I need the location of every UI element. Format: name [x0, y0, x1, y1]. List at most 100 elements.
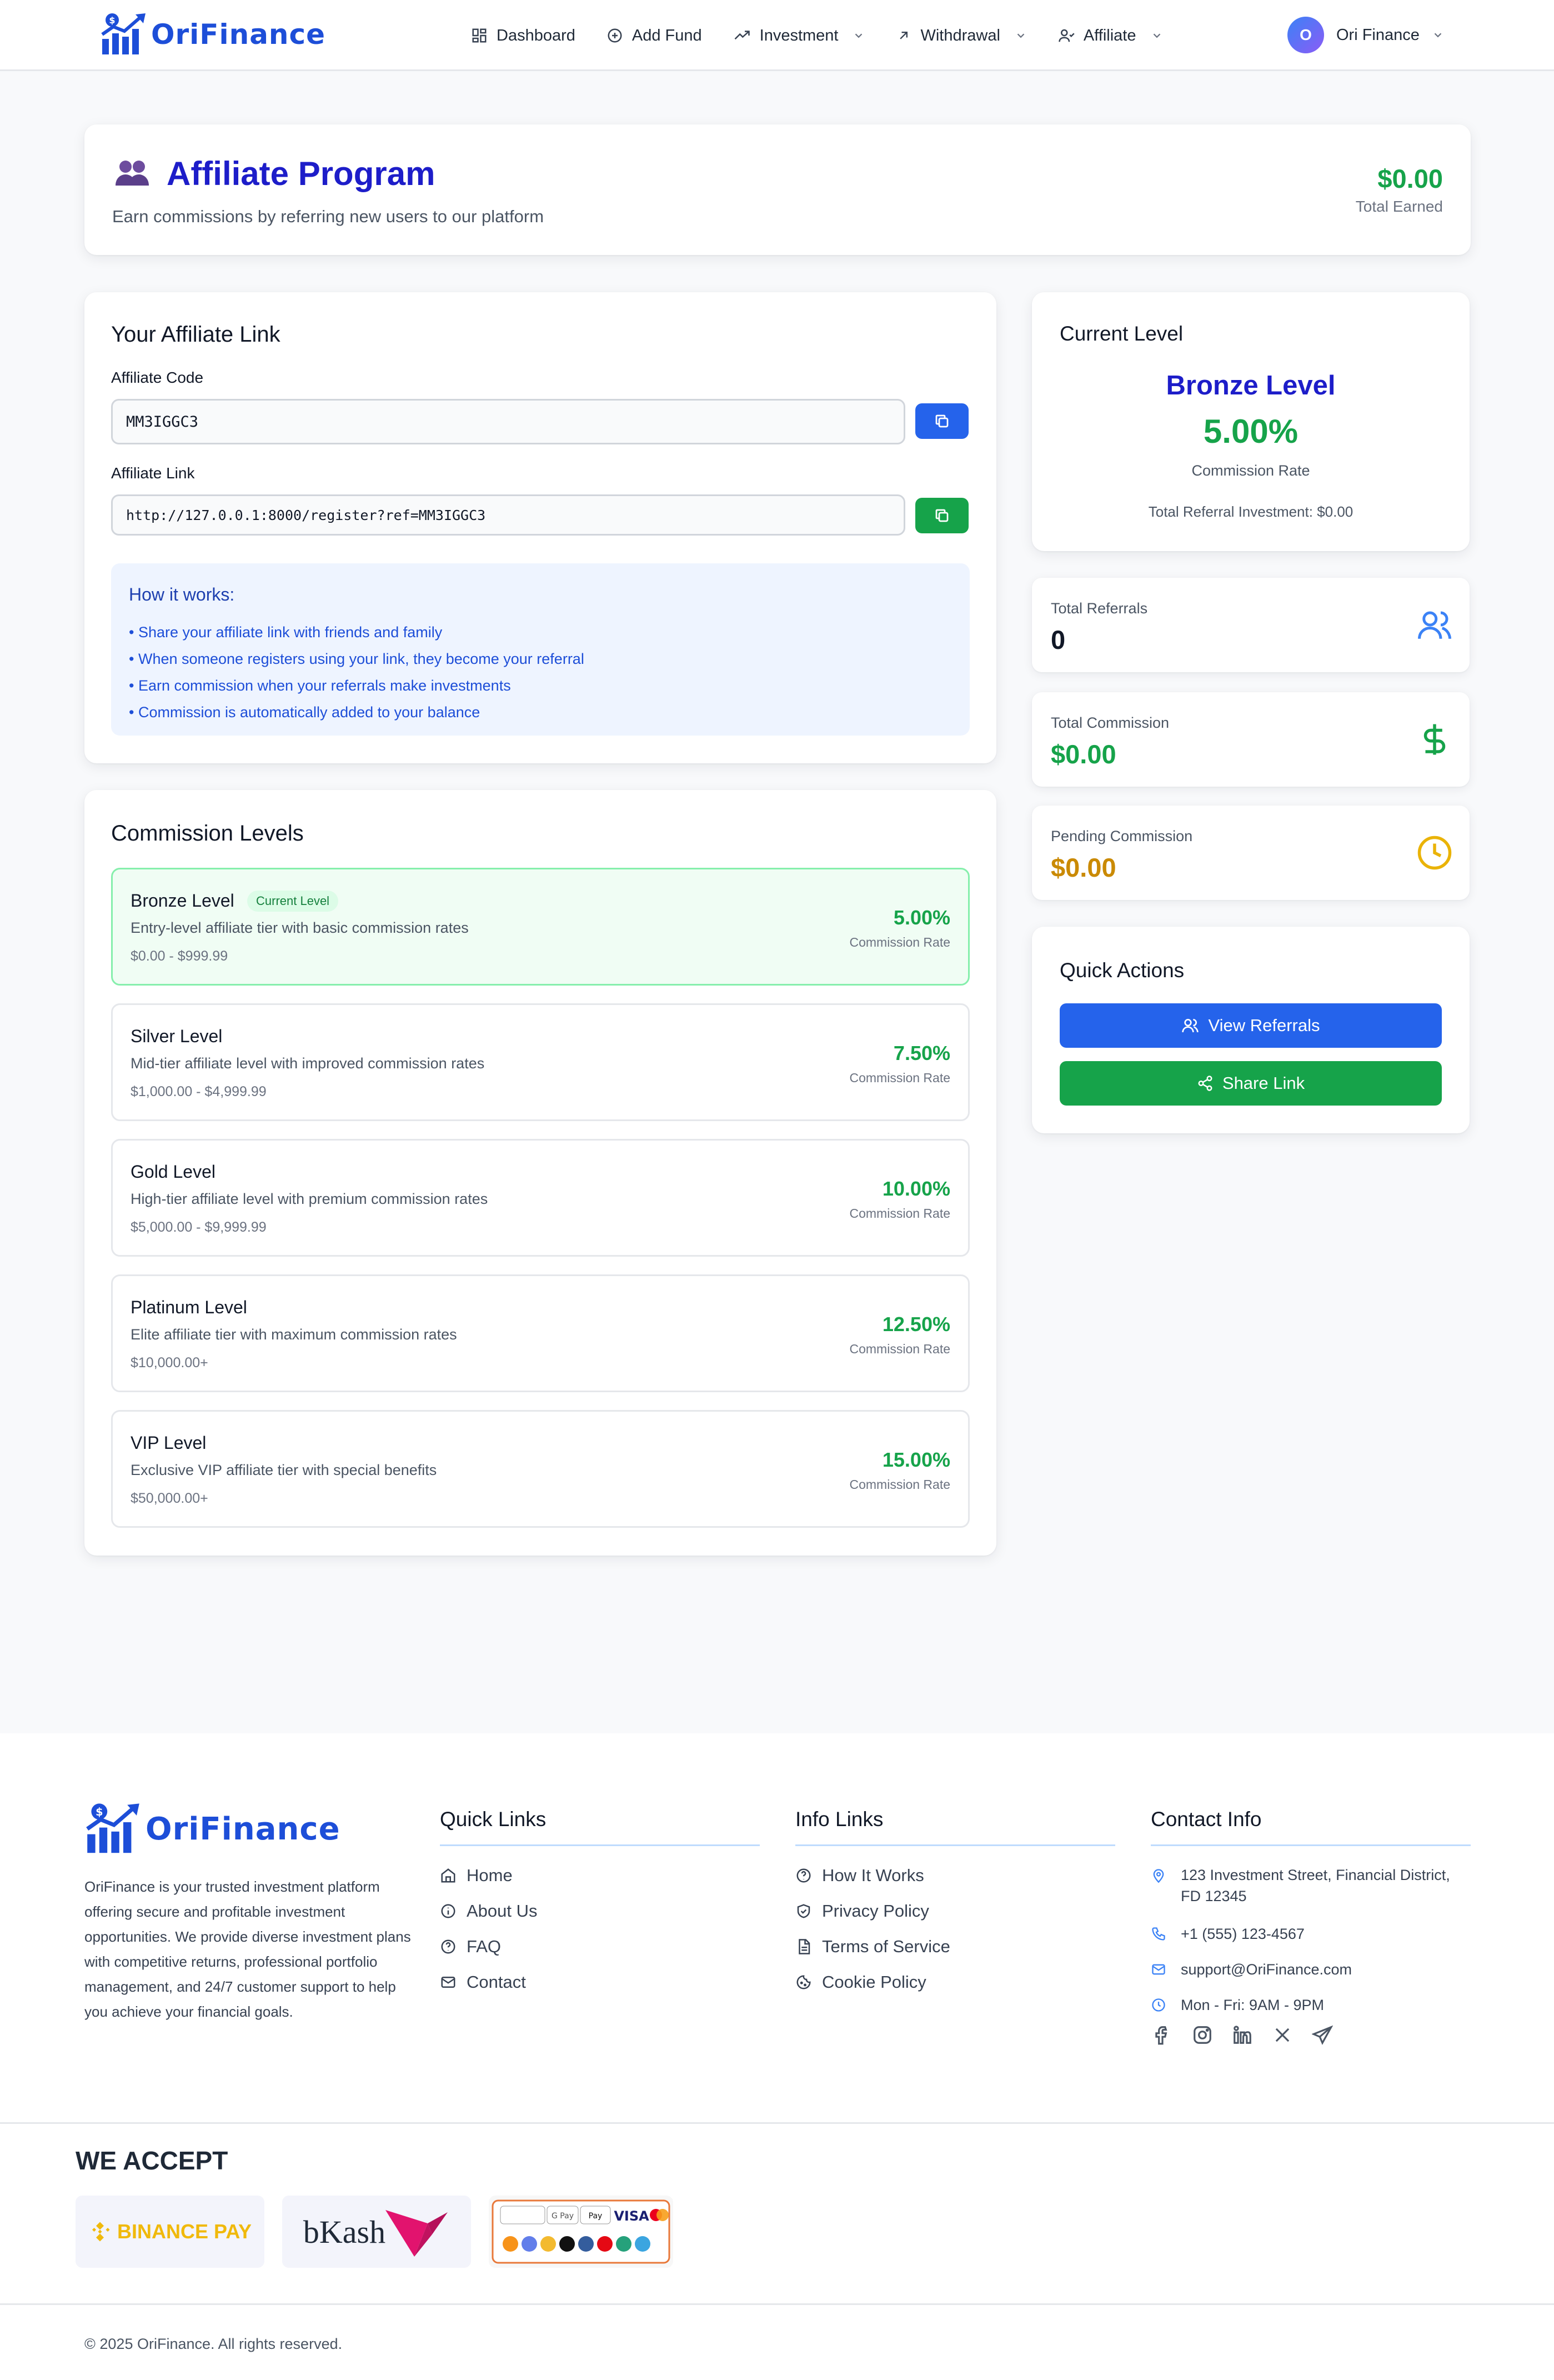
contact-info-title: Contact Info — [1151, 1808, 1262, 1831]
level-description: Exclusive VIP affiliate tier with specia… — [131, 1462, 437, 1478]
site-footer: $ OriFinance OriFinance is your trusted … — [0, 1733, 1554, 2380]
svg-text:$: $ — [96, 1806, 103, 1818]
affiliate-code-input[interactable]: MM3IGGC3 — [111, 399, 905, 444]
nav-investment[interactable]: Investment — [733, 27, 865, 45]
svg-text:VISA: VISA — [614, 2208, 649, 2224]
footer-link-label: Terms of Service — [822, 1937, 950, 1956]
footer-link-label: Privacy Policy — [822, 1901, 929, 1921]
current-level-card: Current Level Bronze Level 5.00% Commiss… — [1032, 292, 1470, 551]
level-rate: 5.00% — [893, 906, 950, 929]
mail-icon — [1152, 1964, 1165, 1975]
quick-links-title: Quick Links — [440, 1808, 547, 1831]
stat-label: Pending Commission — [1051, 828, 1193, 844]
mail-icon — [441, 1977, 455, 1988]
view-referrals-button[interactable]: View Referrals — [1060, 1003, 1442, 1048]
footer-link-label: About Us — [467, 1901, 538, 1921]
footer-link-label: Cookie Policy — [822, 1972, 926, 1992]
divider — [0, 2303, 1554, 2305]
nav-affiliate[interactable]: Affiliate — [1058, 27, 1163, 45]
level-range: $5,000.00 - $9,999.99 — [131, 1219, 267, 1235]
footer-logo[interactable]: $ OriFinance — [84, 1802, 340, 1856]
footer-link-contact[interactable]: Contact — [440, 1972, 526, 1992]
nav-add-fund[interactable]: Add Fund — [606, 27, 702, 45]
grid-icon — [472, 28, 487, 43]
svg-text:Pay: Pay — [589, 2212, 603, 2221]
divider — [1151, 1844, 1471, 1846]
binance-diamond-icon — [92, 2222, 110, 2242]
footer-link-how-it-works[interactable]: How It Works — [795, 1866, 924, 1886]
contact-phone-text: +1 (555) 123-4567 — [1181, 1926, 1305, 1942]
contact-phone[interactable]: +1 (555) 123-4567 — [1151, 1923, 1305, 1944]
linkedin-icon[interactable] — [1232, 2024, 1253, 2046]
contact-email-text: support@OriFinance.com — [1181, 1961, 1352, 1978]
nav-dashboard[interactable]: Dashboard — [471, 27, 575, 45]
divider — [440, 1844, 760, 1846]
level-rate: 12.50% — [882, 1313, 950, 1336]
page-subtitle: Earn commissions by referring new users … — [112, 207, 544, 226]
telegram-icon[interactable] — [1312, 2024, 1333, 2046]
how-it-works-list: • Share your affiliate link with friends… — [129, 619, 584, 726]
current-level-rate-label: Commission Rate — [1191, 462, 1310, 479]
footer-link-faq[interactable]: FAQ — [440, 1937, 501, 1957]
contact-address: 123 Investment Street, Financial Distric… — [1151, 1864, 1471, 1907]
level-rate: 15.00% — [882, 1448, 950, 1471]
divider — [0, 2122, 1554, 2124]
contact-email[interactable]: support@OriFinance.com — [1151, 1959, 1352, 1980]
nav-investment-label: Investment — [759, 26, 839, 44]
chevron-down-icon — [1017, 33, 1025, 38]
nav-dashboard-label: Dashboard — [497, 26, 575, 44]
divider — [795, 1844, 1115, 1846]
level-rate: 7.50% — [893, 1042, 950, 1064]
info-icon — [441, 1904, 455, 1918]
affiliate-hero-card: Affiliate Program Earn commissions by re… — [84, 124, 1471, 255]
footer-link-home[interactable]: Home — [440, 1866, 513, 1886]
current-level-title: Current Level — [1060, 322, 1184, 345]
level-rate-label: Commission Rate — [849, 935, 951, 949]
level-rate-label: Commission Rate — [849, 1071, 951, 1085]
footer-link-label: How It Works — [822, 1866, 924, 1885]
plus-circle-icon — [608, 28, 622, 43]
instagram-icon[interactable] — [1192, 2024, 1213, 2046]
contact-address-text: 123 Investment Street, Financial Distric… — [1181, 1867, 1450, 1904]
copy-link-button[interactable] — [915, 498, 969, 533]
affiliate-link-label: Affiliate Link — [111, 464, 195, 482]
footer-link-cookie[interactable]: Cookie Policy — [795, 1972, 926, 1992]
footer-link-about[interactable]: About Us — [440, 1901, 538, 1921]
level-description: Mid-tier affiliate level with improved c… — [131, 1055, 485, 1072]
cards-crypto-icon: G Pay Pay VISA — [492, 2199, 670, 2264]
stat-pending-commission: Pending Commission $0.00 — [1032, 806, 1470, 900]
stat-total-referrals: Total Referrals 0 — [1032, 578, 1470, 672]
footer-link-privacy[interactable]: Privacy Policy — [795, 1901, 929, 1921]
copy-code-button[interactable] — [915, 403, 969, 439]
nav-withdrawal[interactable]: Withdrawal — [896, 27, 1026, 45]
affiliate-link-card: Your Affiliate Link Affiliate Code MM3IG… — [84, 292, 996, 763]
question-icon — [796, 1868, 811, 1883]
copyright: © 2025 OriFinance. All rights reserved. — [84, 2336, 343, 2352]
level-gold: Gold Level High-tier affiliate level wit… — [111, 1139, 970, 1257]
arrow-up-right-icon — [900, 32, 908, 39]
info-links-title: Info Links — [795, 1808, 884, 1831]
level-range: $50,000.00+ — [131, 1491, 208, 1506]
clock-icon — [1152, 1998, 1165, 2012]
footer-about: OriFinance is your trusted investment pl… — [84, 1878, 411, 2020]
share-link-button[interactable]: Share Link — [1060, 1061, 1442, 1106]
user-name: Ori Finance — [1336, 26, 1420, 44]
chevron-down-icon — [1153, 33, 1160, 38]
footer-link-terms[interactable]: Terms of Service — [795, 1937, 950, 1957]
list-item: • When someone registers using your link… — [129, 651, 584, 667]
users-icon — [1182, 1019, 1199, 1033]
level-platinum: Platinum Level Elite affiliate tier with… — [111, 1274, 970, 1392]
level-name: Gold Level — [131, 1162, 215, 1182]
chevron-down-icon — [855, 33, 863, 38]
affiliate-link-input[interactable]: http://127.0.0.1:8000/register?ref=MM3IG… — [111, 494, 905, 536]
x-icon[interactable] — [1272, 2024, 1293, 2046]
facebook-icon[interactable] — [1152, 2024, 1173, 2046]
brand-logo[interactable]: $ OriFinance — [100, 12, 325, 57]
footer-brand-name: OriFinance — [146, 1811, 340, 1847]
user-menu[interactable]: O Ori Finance — [1287, 17, 1444, 53]
bkash-bird-icon — [385, 2210, 448, 2257]
contact-hours-text: Mon - Fri: 9AM - 9PM — [1181, 1997, 1325, 2013]
we-accept-title: WE ACCEPT — [76, 2146, 228, 2175]
share-link-label: Share Link — [1222, 1073, 1305, 1093]
user-icon — [1059, 29, 1075, 42]
